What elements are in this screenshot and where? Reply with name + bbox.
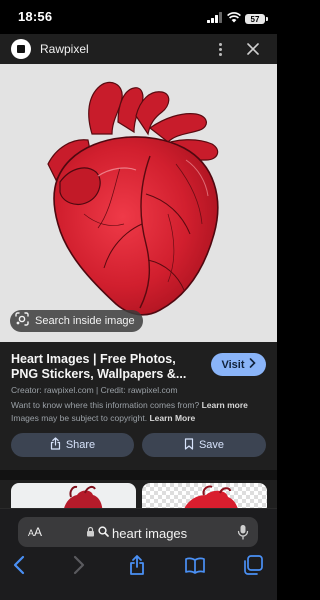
credit-line: Creator: rawpixel.com | Credit: rawpixel… [11, 385, 178, 395]
search-inside-label: Search inside image [35, 315, 135, 327]
back-icon[interactable] [9, 554, 31, 576]
status-bar: 18:56 57 [0, 0, 277, 34]
share-icon [50, 437, 61, 453]
lock-icon [86, 524, 95, 542]
visit-button[interactable]: Visit [211, 353, 266, 376]
book-icon[interactable] [184, 554, 206, 576]
reader-options-button[interactable]: AA [28, 525, 42, 539]
address-bar[interactable]: AA heart images [18, 517, 258, 547]
url-group: heart images [86, 524, 187, 542]
signal-icon [207, 10, 223, 28]
share-label: Share [65, 439, 96, 451]
visit-label: Visit [221, 358, 245, 371]
lens-icon [14, 311, 30, 332]
learn-more-link[interactable]: Learn more [202, 400, 248, 410]
kebab-menu-icon[interactable] [214, 40, 226, 58]
close-icon[interactable] [244, 40, 262, 58]
copyright-text: Images may be subject to copyright. [11, 413, 148, 423]
battery-indicator: 57 [245, 14, 268, 24]
wifi-icon [227, 10, 241, 28]
app-header: Rawpixel [0, 34, 277, 64]
learn-more-copyright-link[interactable]: Learn More [149, 413, 195, 423]
chevron-right-icon [249, 358, 256, 371]
url-text: heart images [112, 525, 188, 541]
share-button[interactable]: Share [11, 433, 134, 457]
mic-icon[interactable] [237, 524, 249, 545]
bottom-toolbar [0, 551, 277, 579]
search-icon [98, 524, 109, 542]
heart-illustration [47, 81, 219, 316]
site-logo [11, 39, 31, 59]
tabs-icon[interactable] [242, 554, 264, 576]
divider [0, 470, 277, 480]
result-info-panel: Heart Images | Free Photos, PNG Stickers… [0, 342, 277, 470]
search-inside-image-button[interactable]: Search inside image [10, 310, 143, 332]
disclaimer-text: Want to know where this information come… [11, 400, 200, 410]
disclaimer: Want to know where this information come… [11, 399, 269, 425]
browser-toolbar: AA heart images [0, 508, 277, 600]
save-button[interactable]: Save [142, 433, 266, 457]
forward-icon[interactable] [67, 554, 89, 576]
status-time: 18:56 [18, 9, 53, 24]
save-label: Save [198, 439, 225, 451]
share-sheet-icon[interactable] [126, 554, 148, 576]
preview-image[interactable]: Search inside image [0, 64, 277, 342]
bookmark-icon [184, 437, 194, 453]
result-title[interactable]: Heart Images | Free Photos, PNG Stickers… [11, 352, 201, 382]
status-icons: 57 [207, 10, 268, 28]
site-name[interactable]: Rawpixel [40, 42, 89, 56]
